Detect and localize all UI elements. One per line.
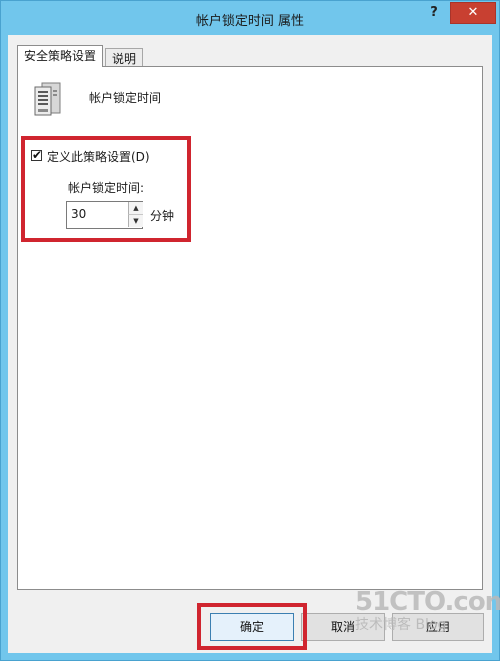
ok-button[interactable]: 确定 — [210, 613, 294, 641]
title-bar[interactable]: 帐户锁定时间 属性 ? ✕ — [1, 1, 499, 35]
lockout-duration-label: 帐户锁定时间: — [68, 181, 145, 195]
server-policy-icon — [34, 82, 61, 116]
help-button[interactable]: ? — [419, 3, 449, 23]
tab-explain[interactable]: 说明 — [105, 48, 144, 68]
spin-down-arrow-icon[interactable]: ▼ — [128, 215, 143, 227]
checkbox[interactable]: ✔ — [31, 148, 43, 162]
policy-name: 帐户锁定时间 — [89, 91, 162, 105]
lockout-duration-spinbox[interactable]: 30 ▲ ▼ — [66, 201, 143, 229]
tab-panel: 帐户锁定时间 ✔ 定义此策略设置(D) 帐户锁定时间: 30 ▲ ▼ 分钟 — [17, 66, 483, 590]
duration-unit-label: 分钟 — [150, 209, 175, 223]
cancel-button[interactable]: 取消 — [301, 613, 385, 641]
tab-security-policy-setting[interactable]: 安全策略设置 — [17, 45, 104, 67]
define-policy-label: 定义此策略设置(D) — [47, 150, 150, 164]
dialog-client-area: 安全策略设置 说明 帐户锁定时间 ✔ 定义此策略设置(D) 帐户锁定时间: 30… — [8, 35, 492, 653]
checkmark-icon: ✔ — [32, 148, 43, 162]
lockout-duration-input[interactable]: 30 — [71, 207, 86, 221]
properties-dialog: 帐户锁定时间 属性 ? ✕ 安全策略设置 说明 帐户锁定时间 ✔ 定义此策略设置… — [0, 0, 500, 661]
close-button[interactable]: ✕ — [450, 2, 496, 24]
spin-up-arrow-icon[interactable]: ▲ — [128, 202, 143, 215]
apply-button[interactable]: 应用 — [392, 613, 484, 641]
